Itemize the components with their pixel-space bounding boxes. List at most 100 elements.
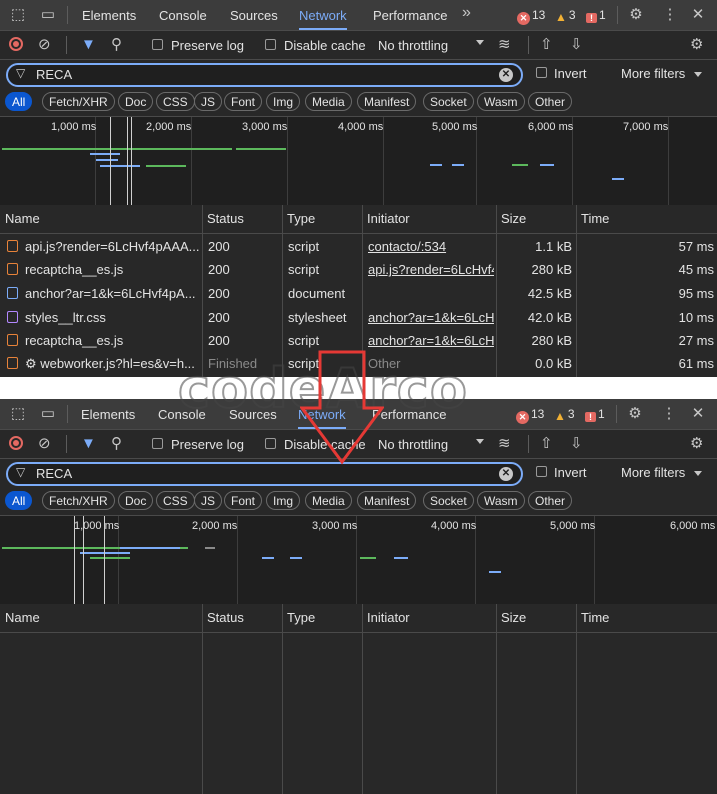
filter-funnel-icon[interactable]: ▼ — [81, 35, 96, 55]
clear-filter-icon[interactable]: ✕ — [499, 467, 513, 481]
column-status[interactable]: Status — [202, 604, 282, 632]
column-time[interactable]: Time — [576, 205, 717, 233]
message-counter[interactable]: ! 1 — [586, 8, 606, 23]
preserve-log-checkbox[interactable] — [152, 438, 163, 449]
clear-icon[interactable]: ⊘ — [38, 35, 51, 55]
more-filters-dropdown[interactable]: More filters — [621, 66, 685, 81]
table-row[interactable]: anchor?ar=1&k=6LcHvf4pA... 200 document … — [0, 282, 717, 305]
column-size[interactable]: Size — [496, 604, 576, 632]
chip-doc[interactable]: Doc — [118, 92, 154, 111]
disable-cache-checkbox[interactable] — [265, 39, 276, 50]
clear-filter-icon[interactable]: ✕ — [499, 68, 513, 82]
tab-console[interactable]: Console — [159, 0, 207, 30]
filter-input[interactable]: ▽ RECA ✕ — [6, 63, 523, 87]
close-icon[interactable]: ✕ — [688, 5, 708, 25]
export-har-icon[interactable]: ⇩ — [570, 434, 583, 454]
chip-all[interactable]: All — [5, 92, 33, 111]
chip-doc[interactable]: Doc — [118, 491, 154, 510]
network-overview-timeline[interactable]: 1,000 ms 2,000 ms 3,000 ms 4,000 ms 5,00… — [0, 116, 717, 206]
chip-socket[interactable]: Socket — [423, 491, 474, 510]
preserve-log-checkbox[interactable] — [152, 39, 163, 50]
chip-img[interactable]: Img — [266, 491, 301, 510]
inspect-element-icon[interactable]: ⬚ — [8, 404, 28, 424]
table-row[interactable]: recaptcha__es.js 200 script api.js?rende… — [0, 258, 717, 281]
device-toolbar-icon[interactable]: ▭ — [38, 404, 58, 424]
invert-checkbox[interactable] — [536, 466, 547, 477]
chip-font[interactable]: Font — [224, 491, 263, 510]
chip-media[interactable]: Media — [305, 491, 352, 510]
chip-css[interactable]: CSS — [156, 491, 195, 510]
chip-media[interactable]: Media — [305, 92, 352, 111]
disable-cache-checkbox[interactable] — [265, 438, 276, 449]
tab-elements[interactable]: Elements — [82, 0, 136, 30]
column-status[interactable]: Status — [202, 205, 282, 233]
tab-performance[interactable]: Performance — [373, 0, 447, 30]
column-initiator[interactable]: Initiator — [362, 205, 496, 233]
throttling-select[interactable]: No throttling — [378, 437, 448, 452]
request-initiator[interactable] — [368, 282, 494, 305]
request-initiator[interactable]: anchor?ar=1&k=6LcH — [368, 329, 494, 352]
chip-fetch-xhr[interactable]: Fetch/XHR — [42, 92, 115, 111]
column-initiator[interactable]: Initiator — [362, 604, 496, 632]
settings-gear-icon[interactable]: ⚙ — [626, 5, 646, 25]
chip-socket[interactable]: Socket — [423, 92, 474, 111]
column-type[interactable]: Type — [282, 604, 362, 632]
chip-other[interactable]: Other — [528, 491, 573, 510]
column-name[interactable]: Name — [0, 205, 202, 233]
request-initiator[interactable]: contacto/:534 — [368, 235, 494, 258]
inspect-element-icon[interactable]: ⬚ — [8, 5, 28, 25]
network-settings-gear-icon[interactable]: ⚙ — [690, 434, 703, 454]
error-counter[interactable]: ✕ 13 — [516, 407, 544, 424]
warning-counter[interactable]: ▲ 3 — [554, 407, 575, 423]
search-icon[interactable]: ⚲ — [111, 35, 122, 55]
close-icon[interactable]: ✕ — [688, 404, 708, 424]
more-options-icon[interactable]: ⋮ — [660, 5, 680, 25]
filter-input[interactable]: ▽ RECA ✕ — [6, 462, 523, 486]
network-conditions-icon[interactable]: ≋ — [498, 35, 511, 55]
chip-font[interactable]: Font — [224, 92, 263, 111]
export-har-icon[interactable]: ⇩ — [570, 35, 583, 55]
tab-elements[interactable]: Elements — [81, 399, 135, 429]
clear-icon[interactable]: ⊘ — [38, 434, 51, 454]
device-toolbar-icon[interactable]: ▭ — [38, 5, 58, 25]
table-row[interactable]: api.js?render=6LcHvf4pAAA... 200 script … — [0, 235, 717, 258]
more-filters-dropdown[interactable]: More filters — [621, 465, 685, 480]
chip-js[interactable]: JS — [194, 92, 223, 111]
chip-manifest[interactable]: Manifest — [357, 491, 417, 510]
chip-js[interactable]: JS — [194, 491, 223, 510]
import-har-icon[interactable]: ⇧ — [540, 434, 553, 454]
import-har-icon[interactable]: ⇧ — [540, 35, 553, 55]
request-initiator[interactable]: anchor?ar=1&k=6LcH — [368, 306, 494, 329]
chip-wasm[interactable]: Wasm — [477, 491, 525, 510]
column-type[interactable]: Type — [282, 205, 362, 233]
settings-gear-icon[interactable]: ⚙ — [625, 404, 645, 424]
table-row[interactable]: styles__ltr.css 200 stylesheet anchor?ar… — [0, 306, 717, 329]
column-name[interactable]: Name — [0, 604, 202, 632]
column-time[interactable]: Time — [576, 604, 717, 632]
chip-manifest[interactable]: Manifest — [357, 92, 417, 111]
chip-fetch-xhr[interactable]: Fetch/XHR — [42, 491, 115, 510]
record-stop-icon[interactable] — [9, 436, 23, 450]
invert-checkbox[interactable] — [536, 67, 547, 78]
chip-other[interactable]: Other — [528, 92, 573, 111]
message-counter[interactable]: ! 1 — [585, 407, 605, 422]
record-stop-icon[interactable] — [9, 37, 23, 51]
chip-all[interactable]: All — [5, 491, 33, 510]
chip-wasm[interactable]: Wasm — [477, 92, 525, 111]
network-overview-timeline[interactable]: 1,000 ms 2,000 ms 3,000 ms 4,000 ms 5,00… — [0, 515, 717, 605]
tab-network[interactable]: Network — [299, 0, 347, 30]
warning-counter[interactable]: ▲ 3 — [555, 8, 576, 24]
more-options-icon[interactable]: ⋮ — [659, 404, 679, 424]
more-tabs-icon[interactable]: » — [462, 4, 471, 22]
network-conditions-icon[interactable]: ≋ — [498, 434, 511, 454]
chip-css[interactable]: CSS — [156, 92, 195, 111]
table-row[interactable]: recaptcha__es.js 200 script anchor?ar=1&… — [0, 329, 717, 352]
network-settings-gear-icon[interactable]: ⚙ — [690, 35, 703, 55]
tab-sources[interactable]: Sources — [230, 0, 278, 30]
column-size[interactable]: Size — [496, 205, 576, 233]
request-initiator[interactable]: api.js?render=6LcHvf4 — [368, 258, 494, 281]
throttling-select[interactable]: No throttling — [378, 38, 448, 53]
error-counter[interactable]: ✕ 13 — [517, 8, 545, 25]
chip-img[interactable]: Img — [266, 92, 301, 111]
filter-funnel-icon[interactable]: ▼ — [81, 434, 96, 454]
